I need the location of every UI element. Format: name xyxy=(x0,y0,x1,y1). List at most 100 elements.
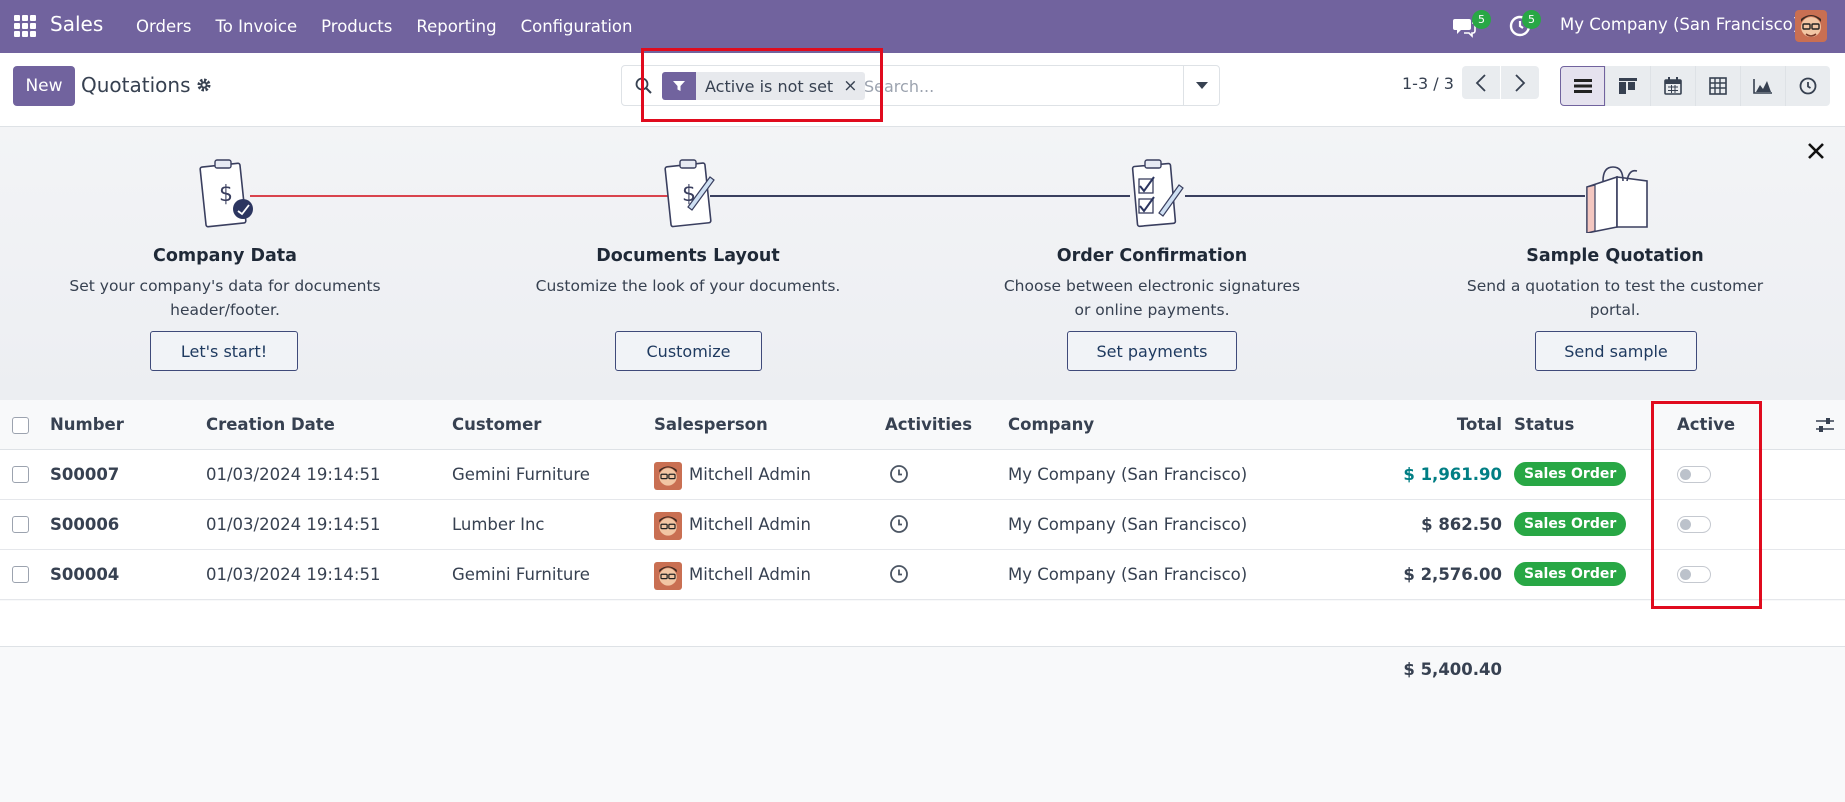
cell-number: S00004 xyxy=(50,565,120,584)
menu-item-configuration[interactable]: Configuration xyxy=(509,0,645,53)
table-row[interactable]: S00006 01/03/2024 19:14:51 Lumber Inc Mi… xyxy=(0,500,1845,550)
activities-count-badge: 5 xyxy=(1522,10,1541,29)
status-badge: Sales Order xyxy=(1514,562,1627,586)
calendar-view-button[interactable] xyxy=(1650,66,1695,106)
list-header: Number Creation Date Customer Salesperso… xyxy=(0,400,1845,450)
search-options-toggle[interactable] xyxy=(1183,66,1219,105)
chevron-left-icon xyxy=(1475,73,1486,92)
kanban-view-icon xyxy=(1619,78,1637,94)
active-toggle[interactable] xyxy=(1677,516,1711,533)
pivot-view-button[interactable] xyxy=(1695,66,1740,106)
search-icon xyxy=(635,77,652,94)
lets-start-button[interactable]: Let's start! xyxy=(150,331,298,371)
cell-salesperson: Mitchell Admin xyxy=(689,465,811,484)
column-header-status[interactable]: Status xyxy=(1514,415,1574,434)
set-payments-button[interactable]: Set payments xyxy=(1067,331,1237,371)
kanban-view-button[interactable] xyxy=(1605,66,1650,106)
cell-customer: Gemini Furniture xyxy=(452,465,590,484)
menu-item-reporting[interactable]: Reporting xyxy=(404,0,508,53)
cell-creation-date: 01/03/2024 19:14:51 xyxy=(206,515,381,534)
step-title: Company Data xyxy=(153,246,297,266)
cell-customer: Lumber Inc xyxy=(452,515,545,534)
salesperson-avatar xyxy=(654,562,682,590)
step-title: Documents Layout xyxy=(596,246,780,266)
customize-button[interactable]: Customize xyxy=(615,331,762,371)
facet-remove-icon[interactable]: × xyxy=(843,76,857,96)
row-checkbox[interactable] xyxy=(12,566,29,583)
column-header-activities[interactable]: Activities xyxy=(885,415,972,434)
progress-line xyxy=(250,195,670,197)
column-header-salesperson[interactable]: Salesperson xyxy=(654,415,768,434)
cell-company: My Company (San Francisco) xyxy=(1008,565,1248,584)
graph-view-button[interactable] xyxy=(1740,66,1785,106)
column-header-total[interactable]: Total xyxy=(1382,415,1502,434)
chevron-right-icon xyxy=(1515,73,1526,92)
step-description: Set your company's data for documents xyxy=(69,277,381,295)
salesperson-avatar xyxy=(654,512,682,540)
salesperson-avatar xyxy=(654,462,682,490)
checklist-icon xyxy=(1131,159,1184,228)
send-sample-button[interactable]: Send sample xyxy=(1535,331,1697,371)
cell-customer: Gemini Furniture xyxy=(452,565,590,584)
activity-clock-icon[interactable] xyxy=(889,564,909,584)
caret-down-icon xyxy=(1195,81,1208,89)
select-all-checkbox[interactable] xyxy=(12,417,29,434)
new-button[interactable]: New xyxy=(13,66,75,106)
activity-view-icon xyxy=(1799,77,1817,95)
optional-columns-icon[interactable] xyxy=(1815,416,1835,434)
top-navbar: Sales Orders To Invoice Products Reporti… xyxy=(0,0,1845,53)
app-name[interactable]: Sales xyxy=(50,12,103,36)
pager-value[interactable]: 1-3 / 3 xyxy=(1402,74,1454,93)
search-input[interactable] xyxy=(864,74,1184,98)
list-view-button[interactable] xyxy=(1560,66,1605,106)
activity-clock-icon[interactable] xyxy=(889,464,909,484)
user-avatar[interactable] xyxy=(1795,10,1827,42)
progress-line xyxy=(710,195,1130,197)
status-badge: Sales Order xyxy=(1514,462,1627,486)
search-bar[interactable]: Active is not set × xyxy=(621,65,1220,106)
step-description: or online payments. xyxy=(1074,301,1230,319)
cell-salesperson: Mitchell Admin xyxy=(689,565,811,584)
active-toggle[interactable] xyxy=(1677,466,1711,483)
grand-total: $ 5,400.40 xyxy=(1403,660,1502,679)
cell-number: S00007 xyxy=(50,465,120,484)
column-header-active[interactable]: Active xyxy=(1677,415,1735,434)
column-header-creation-date[interactable]: Creation Date xyxy=(206,415,335,434)
gear-icon[interactable] xyxy=(195,76,213,94)
document-layout-icon: $ xyxy=(664,159,715,228)
company-switcher[interactable]: My Company (San Francisco) xyxy=(1560,15,1799,34)
table-row[interactable]: S00007 01/03/2024 19:14:51 Gemini Furnit… xyxy=(0,450,1845,500)
pager-previous-button[interactable] xyxy=(1462,66,1500,99)
table-row[interactable]: S00004 01/03/2024 19:14:51 Gemini Furnit… xyxy=(0,550,1845,600)
menu-item-orders[interactable]: Orders xyxy=(124,0,204,53)
page-title: Quotations xyxy=(81,73,191,97)
cell-creation-date: 01/03/2024 19:14:51 xyxy=(206,465,381,484)
close-icon[interactable] xyxy=(1806,141,1826,161)
column-header-number[interactable]: Number xyxy=(50,415,124,434)
apps-menu-icon[interactable] xyxy=(14,15,36,37)
row-checkbox[interactable] xyxy=(12,516,29,533)
clipboard-dollar-icon: $ xyxy=(199,159,253,228)
cell-salesperson: Mitchell Admin xyxy=(689,515,811,534)
search-facet: Active is not set × xyxy=(662,72,866,100)
menu-item-to-invoice[interactable]: To Invoice xyxy=(204,0,310,53)
menu-item-products[interactable]: Products xyxy=(309,0,404,53)
active-toggle[interactable] xyxy=(1677,566,1711,583)
messages-count-badge: 5 xyxy=(1472,10,1491,29)
view-switcher xyxy=(1560,66,1830,106)
step-title: Order Confirmation xyxy=(1056,246,1248,266)
step-description: portal. xyxy=(1589,301,1641,319)
cell-total: $ 2,576.00 xyxy=(1403,565,1502,584)
column-header-company[interactable]: Company xyxy=(1008,415,1094,434)
facet-label: Active is not set xyxy=(705,76,834,96)
step-description: Customize the look of your documents. xyxy=(535,277,841,295)
list-view-icon xyxy=(1573,79,1592,93)
cell-company: My Company (San Francisco) xyxy=(1008,515,1248,534)
activity-clock-icon[interactable] xyxy=(889,514,909,534)
activity-view-button[interactable] xyxy=(1785,66,1830,106)
cell-creation-date: 01/03/2024 19:14:51 xyxy=(206,565,381,584)
row-checkbox[interactable] xyxy=(12,466,29,483)
column-header-customer[interactable]: Customer xyxy=(452,415,541,434)
pager-next-button[interactable] xyxy=(1501,66,1539,99)
status-badge: Sales Order xyxy=(1514,512,1627,536)
